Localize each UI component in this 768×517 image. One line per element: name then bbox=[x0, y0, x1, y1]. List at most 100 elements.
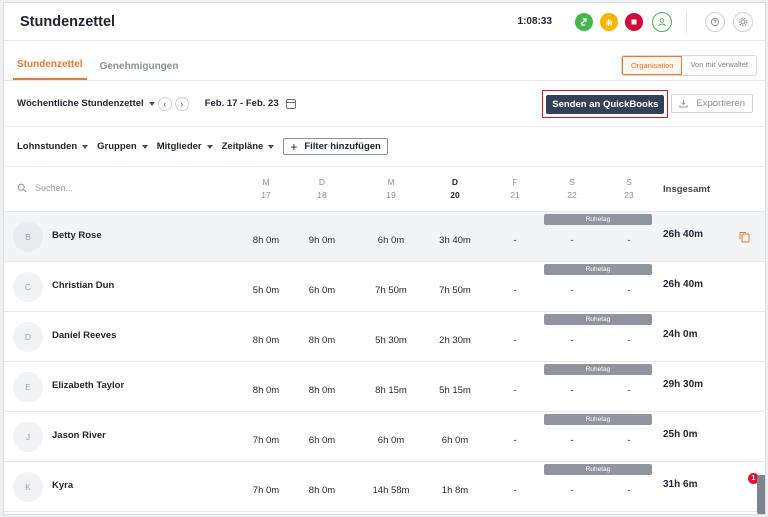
day-column-header: M 17 bbox=[238, 176, 294, 202]
member-name[interactable]: Jason River bbox=[52, 430, 106, 441]
day-hours-cell[interactable]: - bbox=[601, 385, 657, 396]
row-total: 25h 0m bbox=[663, 429, 698, 440]
day-hours-cell[interactable]: 7h 50m bbox=[363, 285, 419, 296]
search-placeholder: Suchen... bbox=[35, 183, 74, 193]
scope-managed-by-me[interactable]: Von mir verwaltet bbox=[682, 56, 756, 75]
day-hours-cell[interactable]: 6h 0m bbox=[363, 235, 419, 246]
day-hours-cell[interactable]: - bbox=[487, 285, 543, 296]
day-hours-cell[interactable]: - bbox=[601, 435, 657, 446]
day-hours-cell[interactable]: - bbox=[601, 485, 657, 496]
scope-organisation[interactable]: Organisation bbox=[621, 56, 683, 75]
day-hours-cell[interactable]: - bbox=[487, 335, 543, 346]
day-hours-cell[interactable]: 8h 0m bbox=[294, 385, 350, 396]
break-hand-icon bbox=[606, 18, 613, 26]
day-hours-cell[interactable]: - bbox=[601, 235, 657, 246]
day-hours-cell[interactable]: 8h 15m bbox=[363, 385, 419, 396]
day-hours-cell[interactable]: - bbox=[487, 235, 543, 246]
day-date: 17 bbox=[261, 190, 271, 200]
day-letter: M bbox=[387, 177, 395, 187]
day-hours-cell[interactable]: 8h 0m bbox=[238, 335, 294, 346]
send-to-quickbooks-button[interactable]: Senden an QuickBooks bbox=[546, 94, 665, 114]
member-name[interactable]: Kyra bbox=[52, 480, 73, 491]
day-hours-cell[interactable]: 7h 50m bbox=[427, 285, 483, 296]
day-hours-cell[interactable]: 8h 0m bbox=[294, 485, 350, 496]
member-name[interactable]: Betty Rose bbox=[52, 230, 102, 241]
page-title: Stundenzettel bbox=[20, 13, 116, 30]
table-row[interactable]: J Jason River Ruhetag 7h 0m 6h 0m 6h 0m 6h 0m -… bbox=[4, 412, 765, 462]
chevron-down-icon bbox=[148, 101, 155, 106]
tab-bar: Stundenzettel Genehmigungen Organisation… bbox=[4, 41, 765, 81]
member-name[interactable]: Elizabeth Taylor bbox=[52, 380, 124, 391]
help-button[interactable] bbox=[705, 11, 725, 32]
settings-button[interactable] bbox=[733, 11, 753, 32]
table-row[interactable]: D Daniel Reeves Ruhetag 8h 0m 8h 0m 5h 30m 2h … bbox=[4, 312, 765, 362]
search-field[interactable]: Suchen... bbox=[17, 183, 73, 193]
table-row[interactable]: E Elizabeth Taylor Ruhetag 8h 0m 8h 0m 8h 15m… bbox=[4, 362, 765, 412]
day-hours-cell[interactable]: 1h 8m bbox=[427, 485, 483, 496]
side-panel-toggle[interactable] bbox=[757, 475, 765, 514]
day-hours-cell[interactable]: - bbox=[487, 485, 543, 496]
stop-icon bbox=[631, 19, 637, 24]
day-hours-cell[interactable]: 3h 40m bbox=[427, 235, 483, 246]
day-hours-cell[interactable]: 2h 30m bbox=[427, 335, 483, 346]
filter-schedules[interactable]: Zeitpläne bbox=[222, 141, 275, 152]
export-button[interactable]: Exportieren bbox=[671, 94, 753, 113]
filter-members[interactable]: Mitglieder bbox=[157, 141, 213, 152]
day-hours-cell[interactable]: 5h 15m bbox=[427, 385, 483, 396]
date-range: Feb. 17 - Feb. 23 bbox=[204, 98, 279, 109]
day-hours-cell[interactable]: 5h 0m bbox=[238, 285, 294, 296]
next-week-button[interactable]: › bbox=[174, 96, 189, 111]
day-hours-cell[interactable]: 6h 0m bbox=[294, 435, 350, 446]
day-hours-cell[interactable]: 6h 0m bbox=[363, 435, 419, 446]
day-hours-cell[interactable]: - bbox=[601, 335, 657, 346]
day-hours-cell[interactable]: - bbox=[487, 435, 543, 446]
day-hours-cell[interactable]: - bbox=[487, 385, 543, 396]
break-button[interactable] bbox=[600, 12, 618, 31]
calendar-icon[interactable] bbox=[285, 98, 296, 109]
search-icon bbox=[17, 183, 27, 193]
day-hours-cell[interactable]: 8h 0m bbox=[238, 385, 294, 396]
top-bar: Stundenzettel 1:08:33 bbox=[4, 3, 765, 41]
rest-day-badge: Ruhetag bbox=[544, 414, 652, 425]
stop-button[interactable] bbox=[625, 12, 643, 31]
row-total: 29h 30m bbox=[663, 379, 704, 390]
day-hours-cell[interactable]: 7h 0m bbox=[238, 435, 294, 446]
tab-stundenzettel[interactable]: Stundenzettel bbox=[13, 59, 87, 80]
tab-genehmigungen[interactable]: Genehmigungen bbox=[96, 61, 183, 80]
day-hours-cell[interactable]: 9h 0m bbox=[294, 235, 350, 246]
user-status-button[interactable] bbox=[652, 11, 672, 32]
table-row[interactable]: B Betty Rose Ruhetag 8h 0m 9h 0m 6h 0m 3h 40m -… bbox=[4, 212, 765, 262]
day-hours-cell[interactable]: - bbox=[544, 235, 600, 246]
day-hours-cell[interactable]: - bbox=[601, 285, 657, 296]
previous-week-button[interactable]: ‹ bbox=[157, 96, 172, 111]
day-hours-cell[interactable]: - bbox=[544, 485, 600, 496]
day-hours-cell[interactable]: 14h 58m bbox=[363, 485, 419, 496]
day-hours-cell[interactable]: 6h 0m bbox=[427, 435, 483, 446]
day-hours-cell[interactable]: - bbox=[544, 285, 600, 296]
day-date: 20 bbox=[450, 190, 460, 200]
day-column-header: D 18 bbox=[294, 176, 350, 202]
day-hours-cell[interactable]: 6h 0m bbox=[294, 285, 350, 296]
day-hours-cell[interactable]: 5h 30m bbox=[363, 335, 419, 346]
filter-pay-hours[interactable]: Lohnstunden bbox=[17, 141, 89, 152]
day-hours-cell[interactable]: - bbox=[544, 435, 600, 446]
filter-groups[interactable]: Gruppen bbox=[97, 141, 148, 152]
help-icon bbox=[710, 17, 720, 26]
grid-header: Suchen... Insgesamt M 17 D 18 M 19 D 20 F 21 S 22 S 2… bbox=[4, 167, 765, 212]
chevron-down-icon bbox=[268, 144, 275, 149]
rest-day-badge: Ruhetag bbox=[544, 464, 652, 475]
member-name[interactable]: Daniel Reeves bbox=[52, 330, 116, 341]
period-dropdown[interactable]: Wöchentliche Stundenzettel bbox=[17, 98, 155, 109]
table-row[interactable]: C Christian Dun Ruhetag 5h 0m 6h 0m 7h 50m 7h … bbox=[4, 262, 765, 312]
timesheet-toolbar: Wöchentliche Stundenzettel ‹ › Feb. 17 -… bbox=[4, 81, 765, 127]
member-name[interactable]: Christian Dun bbox=[52, 280, 114, 291]
table-row[interactable]: K Kyra Ruhetag 7h 0m 8h 0m 14h 58m 1h 8m - - -31h… bbox=[4, 462, 765, 512]
switch-activity-button[interactable] bbox=[575, 12, 593, 31]
day-hours-cell[interactable]: - bbox=[544, 385, 600, 396]
copy-icon[interactable] bbox=[739, 231, 750, 243]
add-filter-button[interactable]: + Filter hinzufügen bbox=[283, 138, 388, 155]
day-hours-cell[interactable]: - bbox=[544, 335, 600, 346]
day-hours-cell[interactable]: 8h 0m bbox=[238, 235, 294, 246]
day-hours-cell[interactable]: 8h 0m bbox=[294, 335, 350, 346]
day-hours-cell[interactable]: 7h 0m bbox=[238, 485, 294, 496]
